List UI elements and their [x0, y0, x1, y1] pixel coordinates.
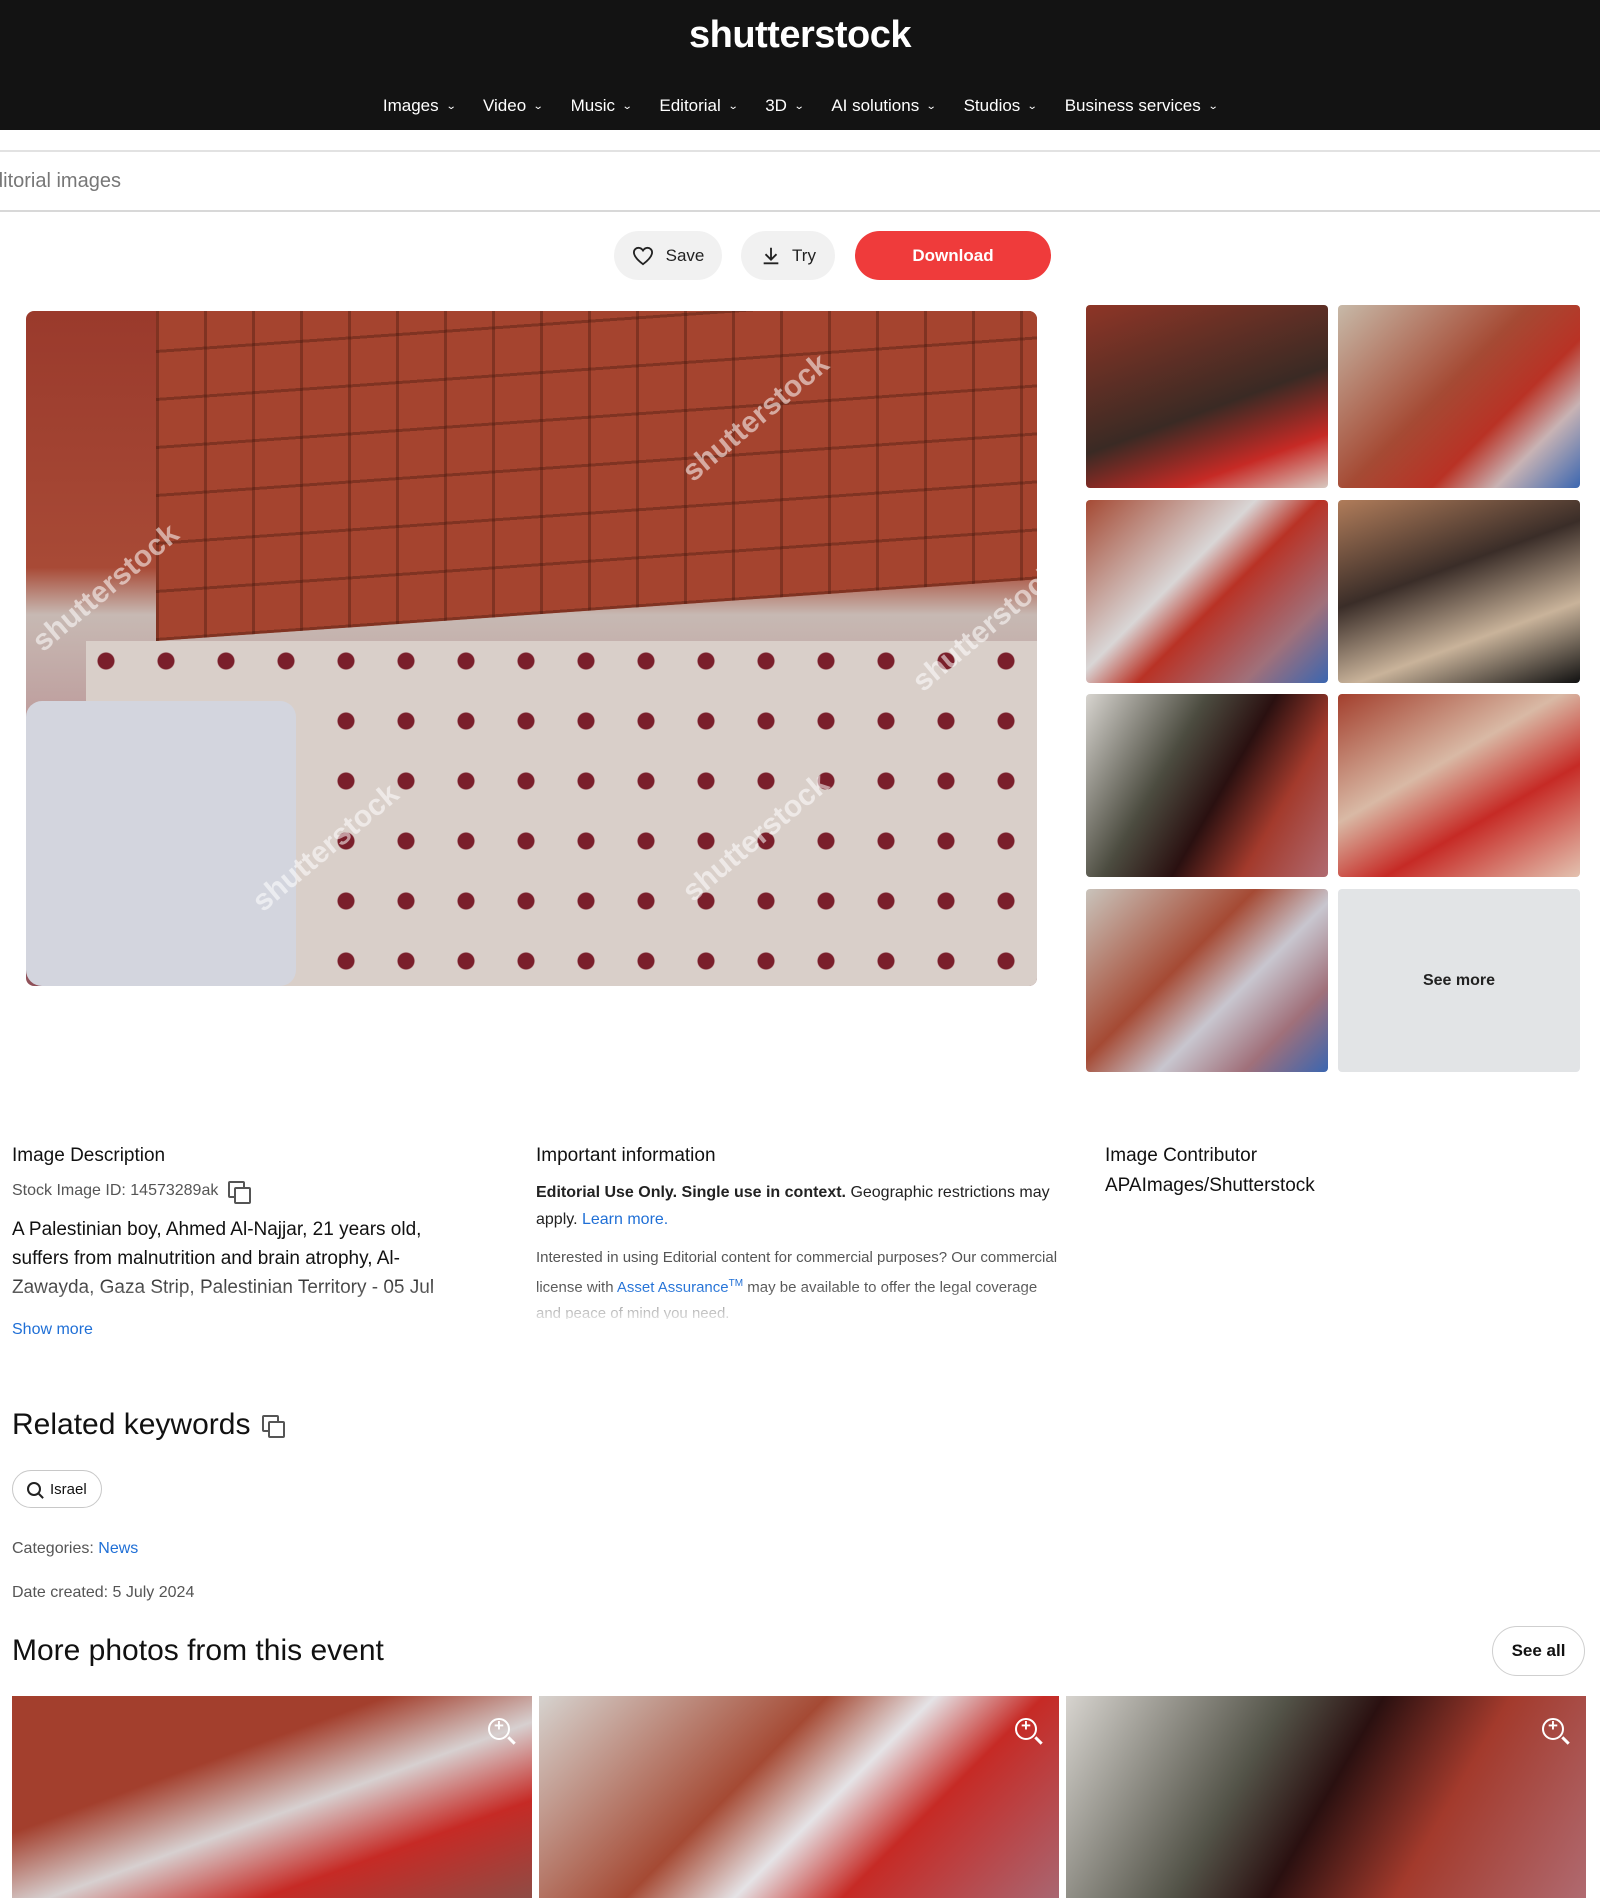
nav-editorial[interactable]: Editorial ⌄ — [659, 96, 739, 116]
save-label: Save — [665, 245, 705, 265]
asset-assurance-label: Asset Assurance — [616, 1279, 729, 1296]
related-thumbnail[interactable] — [1338, 500, 1580, 683]
chevron-down-icon: ⌄ — [621, 100, 633, 112]
related-thumbnail[interactable] — [1086, 305, 1328, 488]
related-keywords-heading: Related keywords — [12, 1408, 286, 1442]
chevron-down-icon: ⌄ — [1027, 100, 1038, 112]
chevron-down-icon: ⌄ — [925, 100, 937, 112]
chevron-down-icon: ⌄ — [445, 100, 457, 112]
nav-images[interactable]: Images ⌄ — [382, 96, 457, 116]
contributor-name[interactable]: APAImages/Shutterstock — [1105, 1175, 1505, 1197]
see-all-button[interactable]: See all — [1492, 1626, 1585, 1676]
nav-label: Editorial — [659, 96, 721, 115]
nav-label: Business services — [1064, 96, 1201, 115]
search-icon — [27, 1482, 41, 1496]
contributor-section: Image Contributor APAImages/Shutterstock — [1105, 1145, 1505, 1197]
see-more-button[interactable]: See more — [1338, 889, 1580, 1072]
important-information-section: Important information Editorial Use Only… — [536, 1145, 1066, 1319]
search-bar[interactable]: ditorial images — [0, 150, 1600, 212]
related-keywords-title: Related keywords — [12, 1408, 251, 1441]
image-content — [156, 311, 1037, 641]
main-nav: Images ⌄ Video ⌄ Music ⌄ Editorial ⌄ 3D ⌄ AI … — [0, 96, 1600, 116]
zoom-in-icon[interactable] — [488, 1716, 510, 1740]
nav-music[interactable]: Music ⌄ — [570, 96, 633, 116]
description-heading: Image Description — [12, 1145, 166, 1166]
copy-icon[interactable] — [262, 1415, 286, 1438]
search-input[interactable]: ditorial images — [0, 170, 121, 193]
more-photos-heading: More photos from this event — [12, 1634, 384, 1667]
try-label: Try — [792, 245, 816, 265]
single-use: Single use in context — [681, 1184, 842, 1201]
event-photo-card[interactable] — [1066, 1696, 1586, 1898]
nav-video[interactable]: Video ⌄ — [483, 96, 544, 116]
categories-label: Categories: — [12, 1540, 94, 1557]
nav-3d[interactable]: 3D ⌄ — [765, 96, 805, 116]
related-thumbnail[interactable] — [1086, 694, 1328, 877]
related-thumbnail[interactable] — [1338, 694, 1580, 877]
nav-label: Images — [382, 96, 439, 115]
nav-label: AI solutions — [831, 96, 920, 115]
nav-business-services[interactable]: Business services ⌄ — [1064, 96, 1219, 116]
show-more-link[interactable]: Show more — [12, 1321, 482, 1339]
usage-restrictions: Editorial Use Only. Single use in contex… — [536, 1184, 1050, 1228]
stock-id-line: Stock Image ID: 14573289ak — [12, 1181, 482, 1204]
download-icon — [763, 247, 779, 264]
stock-image-id: Stock Image ID: 14573289ak — [12, 1182, 219, 1199]
nav-studios[interactable]: Studios ⌄ — [963, 96, 1038, 116]
contributor-heading: Image Contributor — [1105, 1145, 1258, 1166]
chevron-down-icon: ⌄ — [727, 100, 739, 112]
important-heading: Important information — [536, 1145, 716, 1166]
related-thumbnail[interactable] — [1086, 889, 1328, 1072]
keyword-label: Israel — [50, 1480, 87, 1498]
copy-icon[interactable] — [228, 1181, 252, 1204]
date-created: Date created: 5 July 2024 — [12, 1584, 195, 1601]
keyword-chip[interactable]: Israel — [12, 1470, 102, 1508]
event-photo-card[interactable] — [539, 1696, 1059, 1898]
main-preview-image[interactable]: shutterstock shutterstock shutterstock s… — [26, 311, 1037, 986]
event-photo-card[interactable] — [12, 1696, 532, 1898]
zoom-in-icon[interactable] — [1015, 1716, 1037, 1740]
asset-assurance-link[interactable]: Asset AssuranceTM — [616, 1278, 744, 1296]
nav-label: Music — [570, 96, 615, 115]
learn-more-link[interactable]: Learn more. — [582, 1211, 668, 1228]
related-thumbnail[interactable] — [1086, 500, 1328, 683]
try-button[interactable]: Try — [741, 231, 835, 280]
nav-label: Studios — [963, 96, 1021, 115]
trademark: TM — [728, 1278, 744, 1289]
top-navigation-bar: shutterstock Images ⌄ Video ⌄ Music ⌄ Edito… — [0, 0, 1600, 130]
categories-line: Categories: News — [12, 1540, 138, 1558]
save-button[interactable]: Save — [614, 231, 722, 280]
zoom-in-icon[interactable] — [1542, 1716, 1564, 1740]
image-content — [26, 701, 296, 986]
shutterstock-logo[interactable]: shutterstock — [0, 14, 1600, 57]
category-news-link[interactable]: News — [98, 1540, 138, 1557]
nav-ai-solutions[interactable]: AI solutions ⌄ — [831, 96, 937, 116]
chevron-down-icon: ⌄ — [1207, 100, 1219, 112]
download-button[interactable]: Download — [855, 231, 1051, 280]
related-thumbnail[interactable] — [1338, 305, 1580, 488]
editorial-use-only: Editorial Use Only — [536, 1184, 673, 1201]
nav-label: Video — [483, 96, 527, 115]
image-description-section: Image Description Stock Image ID: 145732… — [12, 1145, 482, 1339]
heart-icon — [632, 246, 653, 265]
description-text: A Palestinian boy, Ahmed Al-Najjar, 21 y… — [12, 1219, 435, 1298]
chevron-down-icon: ⌄ — [793, 100, 805, 112]
commercial-info: Interested in using Editorial content fo… — [536, 1245, 1066, 1319]
chevron-down-icon: ⌄ — [532, 100, 544, 112]
nav-label: 3D — [765, 96, 787, 115]
